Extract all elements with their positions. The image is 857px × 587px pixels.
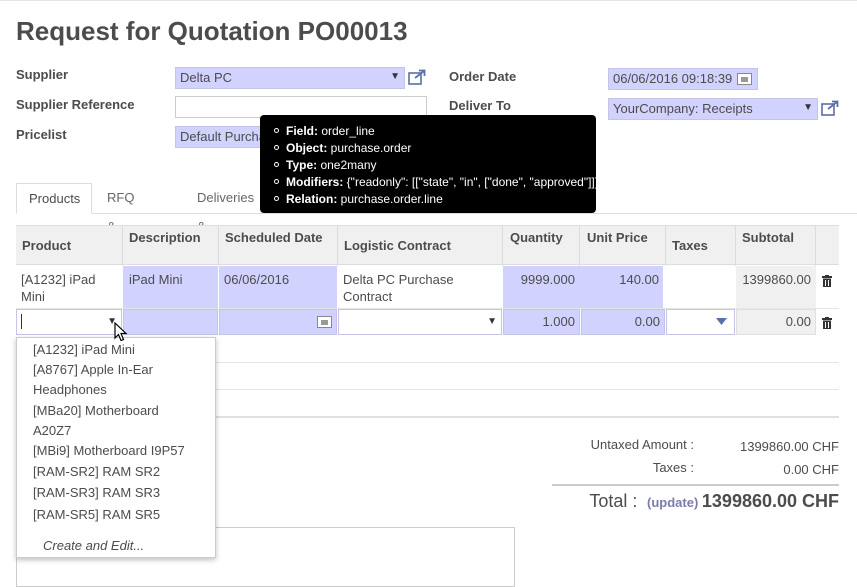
column-header-scheduled-date[interactable]: Scheduled Date (225, 230, 323, 245)
deliver-to-value: YourCompany: Receipts (613, 101, 753, 116)
quantity-input-value: 1.000 (542, 314, 575, 329)
column-header-subtotal[interactable]: Subtotal (742, 230, 794, 245)
logistic-contract-input[interactable]: ▼ (338, 309, 502, 335)
chevron-down-icon: ▼ (390, 71, 400, 82)
supplier-value: Delta PC (180, 70, 233, 85)
tooltip-row: Relation: purchase.order.line (274, 191, 586, 208)
calendar-icon[interactable] (737, 73, 752, 85)
row-logistic-contract[interactable]: Delta PC Purchase Contract (343, 271, 493, 305)
deliver-to-label: Deliver To (449, 98, 511, 113)
taxes-value: 0.00 CHF (783, 462, 839, 477)
tab-deliveries[interactable]: Deliveries & (185, 183, 266, 234)
order-date-label: Order Date (449, 69, 517, 84)
scheduled-date-input[interactable] (219, 309, 337, 335)
product-input[interactable]: ▼ (16, 309, 122, 335)
calendar-icon[interactable] (317, 316, 332, 328)
row-description[interactable]: iPad Mini (129, 271, 182, 288)
taxes-input[interactable] (666, 309, 735, 335)
tab-products[interactable]: Products (16, 183, 92, 214)
top-border (0, 0, 857, 1)
column-header-taxes[interactable]: Taxes (672, 238, 708, 253)
total-label: Total : (589, 491, 638, 511)
dropdown-option-continued[interactable]: A20Z7 (33, 421, 71, 441)
title-text: Request for Quotation (16, 16, 291, 46)
unit-price-input-value: 0.00 (634, 314, 660, 329)
chevron-down-icon: ▼ (487, 316, 497, 327)
chevron-down-icon: ▼ (803, 102, 813, 113)
text-cursor (21, 314, 22, 329)
dropdown-option[interactable]: [A1232] iPad Mini (33, 340, 135, 360)
column-header-unit-price[interactable]: Unit Price (587, 230, 648, 245)
row-unit-price[interactable]: 140.00 (585, 271, 659, 288)
row-product[interactable]: [A1232] iPad Mini (21, 271, 116, 305)
field-tooltip: Field: order_line Object: purchase.order… (260, 115, 602, 213)
column-header-product[interactable]: Product (22, 238, 71, 253)
pricelist-label: Pricelist (16, 127, 67, 142)
taxes-label: Taxes : (652, 460, 694, 475)
total-row: Total : (update) 1399860.00 CHF (560, 491, 839, 512)
order-date-value: 06/06/2016 09:18:39 (613, 71, 733, 86)
deliver-to-select[interactable]: YourCompany: Receipts ▼ (608, 98, 818, 120)
trash-icon[interactable] (822, 275, 832, 287)
untaxed-amount-label: Untaxed Amount : (590, 437, 694, 452)
untaxed-amount-value: 1399860.00 CHF (739, 439, 839, 454)
page-title: Request for Quotation PO00013 (16, 16, 408, 47)
subtotal-readonly: 0.00 (736, 309, 816, 335)
tooltip-row: Type: one2many (274, 157, 586, 174)
supplier-select[interactable]: Delta PC ▼ (175, 67, 405, 89)
table-header: Product Description Scheduled Date Logis… (16, 225, 839, 266)
tooltip-row: Modifiers: {"readonly": [["state", "in",… (274, 174, 602, 191)
supplier-label: Supplier (16, 67, 69, 82)
total-divider (552, 484, 839, 486)
update-link[interactable]: (update) (647, 495, 698, 510)
total-value: 1399860.00 CHF (701, 491, 839, 511)
create-and-edit-link[interactable]: Create and Edit... (43, 538, 144, 553)
dropdown-option[interactable]: [RAM-SR3] RAM SR3 (33, 483, 160, 503)
column-header-description[interactable]: Description (129, 230, 201, 245)
row-scheduled-date[interactable]: 06/06/2016 (224, 271, 289, 288)
external-link-icon[interactable] (821, 100, 839, 116)
trash-icon[interactable] (822, 317, 832, 329)
dropdown-option[interactable]: [RAM-SR5] RAM SR5 (33, 505, 160, 525)
pricelist-value: Default Purcha (180, 129, 266, 144)
dropdown-option[interactable]: [A8767] Apple In-Ear (33, 360, 153, 380)
external-link-icon[interactable] (408, 69, 426, 85)
description-input[interactable] (123, 309, 218, 335)
supplier-reference-label: Supplier Reference (16, 97, 135, 112)
unit-price-input[interactable]: 0.00 (581, 309, 665, 335)
tooltip-row: Object: purchase.order (274, 140, 586, 157)
column-header-quantity[interactable]: Quantity (510, 230, 563, 245)
dropdown-option[interactable]: [MBa20] Motherboard (33, 401, 159, 421)
product-autocomplete-dropdown: [A1232] iPad Mini [A8767] Apple In-Ear H… (16, 337, 216, 558)
row-subtotal: 1399860.00 (742, 272, 811, 287)
tab-rfq-bid[interactable]: RFQ & Bid (95, 183, 146, 263)
record-reference: PO00013 (297, 16, 408, 46)
chevron-down-icon (716, 318, 727, 325)
row-quantity[interactable]: 9999.000 (505, 271, 575, 288)
dropdown-option[interactable]: [MBi9] Motherboard I9P57 (33, 441, 185, 461)
quantity-input[interactable]: 1.000 (503, 309, 580, 335)
tooltip-row: Field: order_line (274, 123, 586, 140)
order-date-input[interactable]: 06/06/2016 09:18:39 (608, 68, 758, 90)
subtotal-edit-value: 0.00 (785, 314, 811, 329)
column-header-logistic-contract[interactable]: Logistic Contract (344, 238, 451, 253)
dropdown-option-continued[interactable]: Headphones (33, 380, 107, 400)
mouse-pointer-icon (114, 322, 128, 342)
dropdown-option[interactable]: [RAM-SR2] RAM SR2 (33, 462, 160, 482)
